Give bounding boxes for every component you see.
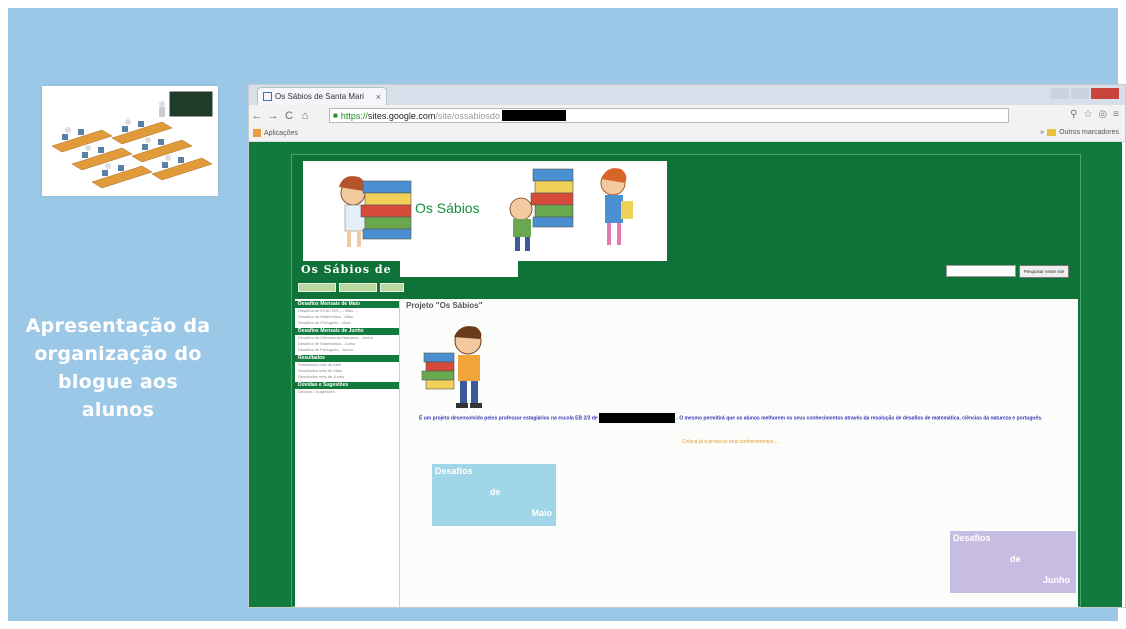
description-text: É um projeto desenvolvido pelos professo… <box>419 415 598 422</box>
folder-icon <box>1047 129 1057 136</box>
sidebar-link[interactable]: Resultados mês de Junho <box>295 374 399 380</box>
redacted-block <box>599 413 676 423</box>
sidebar-heading: Resultados <box>295 355 399 362</box>
browser-toolbar: ← → C ⌂ ■ https:// sites.google.com /sit… <box>249 105 1125 127</box>
site-search-input[interactable] <box>946 265 1016 277</box>
window-controls <box>1051 88 1119 99</box>
site-page: Os Sábios Os Sábios de Pesquisar neste s… <box>291 154 1081 607</box>
chevron-icon: » <box>1040 129 1045 136</box>
sidebar-heading: Desafios Mensais de Maio <box>295 301 399 308</box>
other-bookmarks-label: Outros marcadores <box>1059 129 1119 136</box>
sidebar-heading: Dúvidas e Sugestões <box>295 382 399 389</box>
tab-bar: Os Sábios de Santa Mari × <box>249 85 1125 105</box>
sidebar-link[interactable]: Dúvidas / Sugestões <box>295 389 399 395</box>
card-label: Junho <box>1043 575 1070 585</box>
apps-icon <box>253 129 261 137</box>
url-path: /site/ossabiosdo <box>435 110 500 121</box>
apps-bookmark[interactable]: Aplicações <box>253 129 298 137</box>
lock-icon: ■ <box>333 111 338 120</box>
favicon-icon <box>263 92 272 101</box>
toolbar-right: ⚲ ☆ ◎ ≡ <box>1070 109 1119 120</box>
other-bookmarks[interactable]: » Outros marcadores <box>1040 129 1119 136</box>
forward-icon[interactable]: → <box>265 110 281 122</box>
site-search-button[interactable]: Pesquisar neste site <box>1019 265 1069 278</box>
browser-tab[interactable]: Os Sábios de Santa Mari × <box>257 87 387 105</box>
card-label: de <box>1010 554 1021 564</box>
minimize-button[interactable] <box>1051 88 1069 99</box>
address-bar[interactable]: ■ https:// sites.google.com /site/ossabi… <box>329 108 1009 123</box>
back-icon[interactable]: ← <box>249 110 265 122</box>
menu-icon[interactable]: ≡ <box>1113 109 1119 120</box>
nav-button[interactable] <box>380 283 404 292</box>
desafios-junho-card[interactable]: Desafios de Junho <box>950 531 1076 593</box>
description-text: . O mesmo permitirá que os alunos melhor… <box>676 415 1043 422</box>
apps-label: Aplicações <box>264 129 298 137</box>
classroom-illustration <box>42 86 218 196</box>
desafios-maio-card[interactable]: Desafios de Maio <box>432 464 556 526</box>
site-sidebar: Desafios Mensais de Maio Desafios de EXA… <box>295 299 400 607</box>
call-to-action[interactable]: Coloca já à prova os teus conhecimentos.… <box>682 439 779 445</box>
tab-title: Os Sábios de Santa Mari <box>275 92 364 101</box>
reload-icon[interactable]: C <box>281 110 297 122</box>
bookmarks-bar: Aplicações » Outros marcadores <box>249 127 1125 142</box>
nav-button[interactable] <box>339 283 377 292</box>
redacted-block <box>501 110 566 121</box>
banner-text: Os Sábios <box>415 200 480 216</box>
sidebar-heading: Desafios Mensais de Junho <box>295 328 399 335</box>
browser-window: Os Sábios de Santa Mari × ← → C ⌂ ■ http… <box>248 84 1126 608</box>
card-label: Maio <box>531 508 552 518</box>
search-icon[interactable]: ⚲ <box>1070 109 1077 120</box>
page-title: Projeto "Os Sábios" <box>406 301 483 310</box>
site-banner: Os Sábios <box>303 161 667 261</box>
title-overlay-box <box>400 261 518 277</box>
star-icon[interactable]: ☆ <box>1083 109 1092 120</box>
site-title: Os Sábios de <box>301 263 392 276</box>
card-label: de <box>490 487 501 497</box>
slide-caption: Apresentação da organização do blogue ao… <box>20 312 216 424</box>
caption-line: organização do <box>34 343 202 365</box>
maximize-button[interactable] <box>1071 88 1089 99</box>
close-window-button[interactable] <box>1091 88 1119 99</box>
close-tab-icon[interactable]: × <box>376 92 381 102</box>
url-host: sites.google.com <box>367 110 436 121</box>
sidebar-link[interactable]: Desafios de Português - Maio <box>295 320 399 326</box>
url-scheme: https:// <box>340 110 368 121</box>
caption-line: blogue aos <box>58 371 178 393</box>
home-icon[interactable]: ⌂ <box>297 110 313 122</box>
student-books-illustration <box>420 323 504 411</box>
scrollbar[interactable] <box>1122 142 1125 607</box>
sidebar-link[interactable]: Desafios de Português - Junho <box>295 347 399 353</box>
extension-icon[interactable]: ◎ <box>1098 109 1107 120</box>
card-label: Desafios <box>435 466 473 476</box>
project-description: É um projeto desenvolvido pelos professo… <box>419 413 1069 423</box>
page-viewport: Os Sábios Os Sábios de Pesquisar neste s… <box>249 142 1125 607</box>
caption-line: alunos <box>81 399 155 421</box>
nav-button[interactable] <box>298 283 336 292</box>
card-label: Desafios <box>953 533 991 543</box>
content-column: Projeto "Os Sábios" É um projeto desenvo… <box>402 299 1078 607</box>
site-main: Desafios Mensais de Maio Desafios de EXA… <box>295 299 1078 607</box>
site-nav <box>298 283 404 292</box>
caption-line: Apresentação da <box>25 315 211 337</box>
